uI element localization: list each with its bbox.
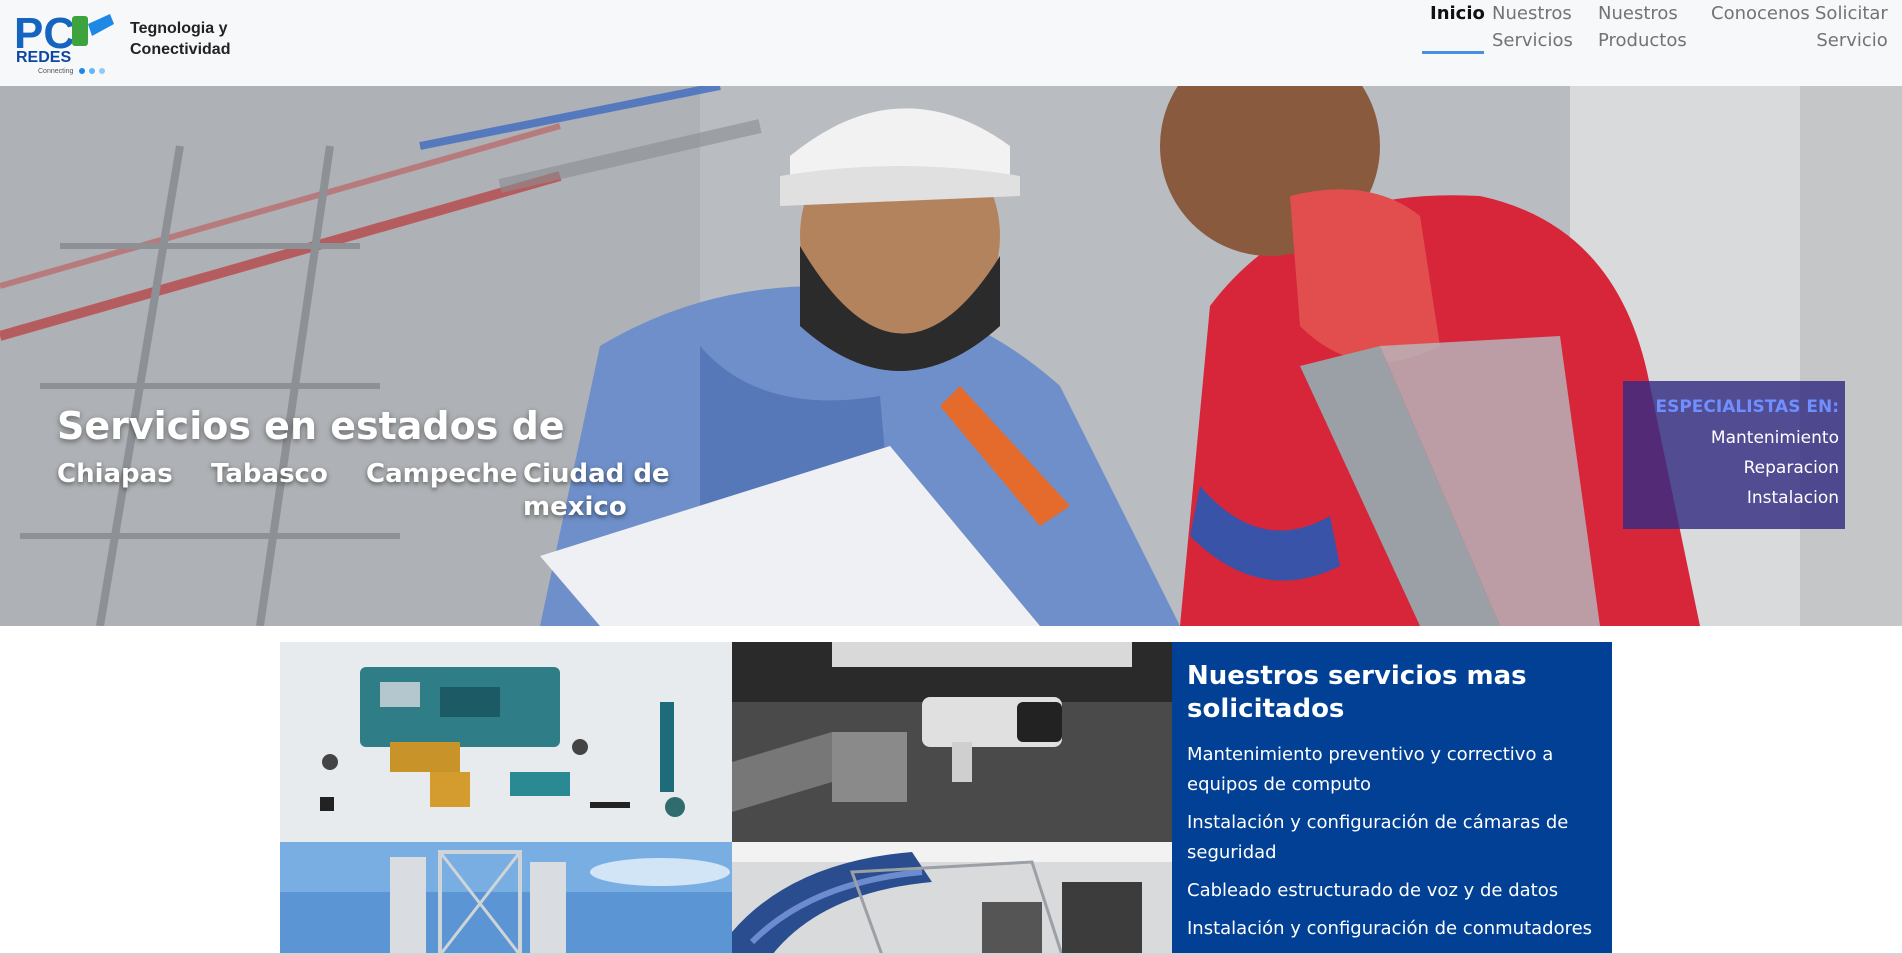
nav-conocenos[interactable]: Conocenos	[1711, 0, 1810, 27]
service-item: Instalación y configuración de conmutado…	[1187, 918, 1593, 939]
hero-photo	[0, 86, 1902, 626]
nav-nuestros-servicios[interactable]: Nuestros Servicios	[1492, 0, 1573, 54]
pc-redes-logo[interactable]: PC REDES Connecting	[14, 9, 124, 76]
specialists-box: ESPECIALISTAS EN: Mantenimiento Reparaci…	[1623, 381, 1845, 529]
service-item: Cableado estructurado de voz y de datos	[1187, 880, 1559, 901]
nav-nuestros-productos[interactable]: Nuestros Productos	[1598, 0, 1687, 54]
tagline-line1: Tegnologia y	[130, 20, 228, 37]
specialist-item: Reparacion	[1743, 458, 1839, 478]
state-ciudad-de-mexico: Ciudad de mexico	[523, 458, 670, 524]
logo-cable-icon	[88, 14, 114, 36]
services-section: Nuestros servicios mas solicitados Mante…	[280, 642, 1612, 955]
specialist-item: Mantenimiento	[1710, 428, 1839, 448]
services-title: Nuestros servicios mas solicitados	[1187, 661, 1527, 724]
nav-label: Inicio	[1430, 3, 1485, 24]
logo-connecting-text: Connecting	[38, 68, 74, 75]
nav-label-line2: Servicio	[1816, 30, 1888, 51]
nav-inicio[interactable]: Inicio	[1430, 0, 1485, 27]
antenna-tower-image	[280, 842, 732, 955]
nav-label-line1: Nuestros	[1598, 3, 1678, 24]
security-camera-image	[732, 642, 1172, 842]
service-item: Mantenimiento preventivo y correctivo a …	[1187, 744, 1554, 795]
active-nav-indicator	[1422, 51, 1484, 54]
logo-dot-icon	[79, 68, 85, 74]
services-panel: Nuestros servicios mas solicitados Mante…	[1172, 642, 1612, 955]
state-label: Campeche	[366, 459, 518, 489]
hero-title: Servicios en estados de	[57, 404, 565, 448]
nav-label-line2: Servicios	[1492, 30, 1573, 51]
tagline-line2: Conectividad	[130, 41, 231, 58]
nav-label-line2: Productos	[1598, 30, 1687, 51]
top-navbar: PC REDES Connecting Tegnologia y Conecti…	[0, 0, 1902, 87]
state-label: Tabasco	[211, 459, 328, 489]
specialists-title: ESPECIALISTAS EN:	[1655, 397, 1839, 417]
state-tabasco: Tabasco	[211, 458, 328, 491]
cabling-image	[732, 842, 1172, 955]
nav-label-line1: Solicitar	[1815, 3, 1888, 24]
logo-dot-icon	[89, 68, 95, 74]
specialist-item: Instalacion	[1746, 488, 1839, 508]
nav-label: Conocenos	[1711, 3, 1810, 24]
state-label-line1: Ciudad de	[523, 459, 670, 489]
state-label: Chiapas	[57, 459, 173, 489]
state-label-line2: mexico	[523, 492, 627, 522]
state-campeche: Campeche	[366, 458, 518, 491]
nav-label-line1: Nuestros	[1492, 3, 1572, 24]
brand-tagline: Tegnologia y Conectividad	[130, 18, 230, 60]
components-image	[280, 642, 732, 842]
state-chiapas: Chiapas	[57, 458, 173, 491]
logo-dot-icon	[99, 68, 105, 74]
nav-solicitar-servicio[interactable]: Solicitar Servicio	[1815, 0, 1888, 54]
logo-plug-icon	[72, 16, 88, 46]
service-item: Instalación y configuración de cámaras d…	[1187, 812, 1569, 863]
logo-redes-text: REDES	[16, 49, 71, 66]
hero-banner: Servicios en estados de Chiapas Tabasco …	[0, 86, 1902, 626]
